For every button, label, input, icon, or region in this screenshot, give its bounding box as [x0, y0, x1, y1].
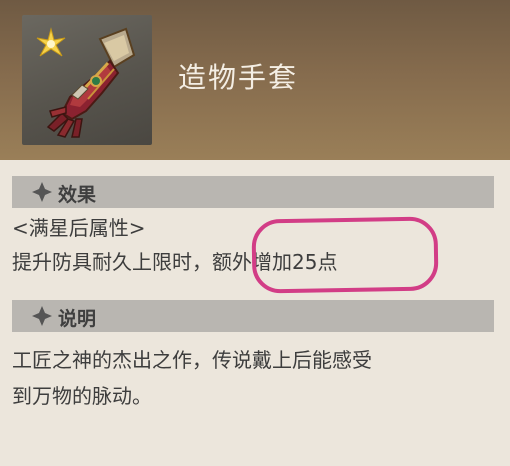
effect-description-prefix: 提升防具耐久上限时， — [12, 250, 212, 274]
effect-description: 提升防具耐久上限时，额外增加25点 — [12, 246, 337, 275]
effect-condition: <满星后属性> — [12, 216, 146, 240]
diamond-bullet-icon — [32, 182, 52, 202]
description-section-title: 说明 — [58, 308, 97, 330]
effect-section-title: 效果 — [58, 184, 97, 206]
item-name: 造物手套 — [178, 61, 299, 94]
diamond-bullet-icon — [32, 306, 52, 326]
description-line-2: 到万物的脉动。 — [12, 384, 152, 408]
gold-star-icon — [36, 27, 66, 57]
description-section-header: 说明 — [12, 300, 494, 332]
item-header: 造物手套 — [0, 0, 510, 160]
effect-description-highlight: 额外增加25点 — [212, 250, 338, 274]
description-line-1: 工匠之神的杰出之作，传说戴上后能感受 — [12, 348, 372, 372]
item-details: 效果 <满星后属性> 提升防具耐久上限时，额外增加25点 说明 工匠之神的杰出之… — [0, 160, 510, 466]
item-tooltip-panel: 造物手套 效果 <满星后属性> 提升防具耐久上限时，额外增加25点 说明 工匠之… — [0, 0, 510, 466]
item-icon-frame — [22, 15, 152, 145]
effect-section-header: 效果 — [12, 176, 494, 208]
